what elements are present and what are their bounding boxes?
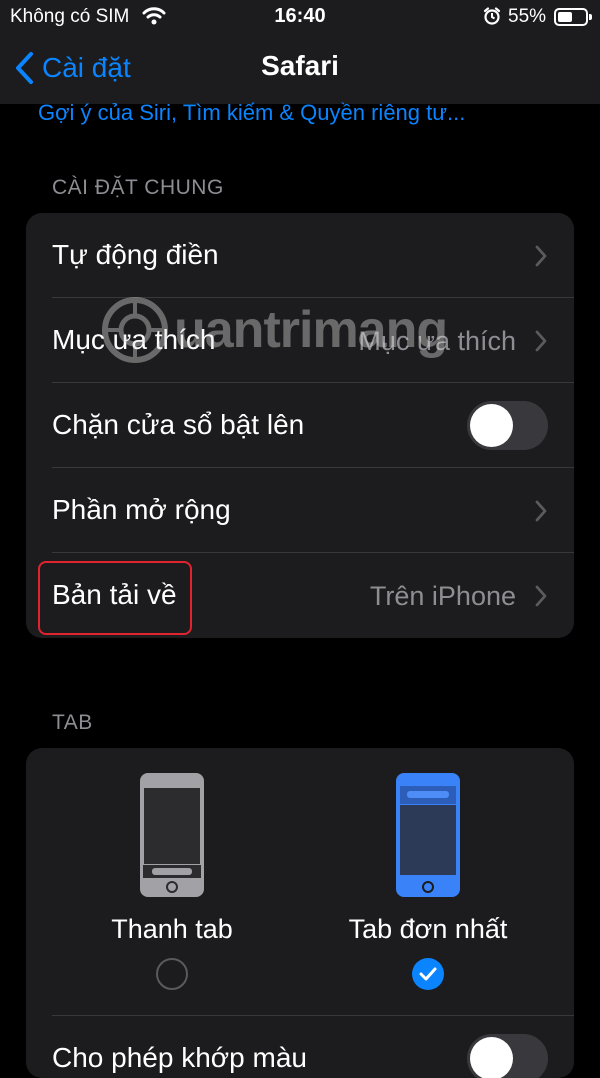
page-title: Safari bbox=[261, 50, 339, 81]
favorites-label: Mục ưa thích bbox=[52, 324, 216, 355]
single-tab-option[interactable]: Tab đơn nhất bbox=[328, 772, 528, 1002]
favorites-row[interactable]: Mục ưa thích Mục ưa thích bbox=[26, 298, 574, 383]
color-match-toggle[interactable] bbox=[467, 1034, 548, 1078]
alarm-icon bbox=[482, 6, 502, 31]
block-popups-toggle[interactable] bbox=[467, 401, 548, 450]
color-match-row: Cho phép khớp màu bbox=[26, 1016, 574, 1078]
favorites-value: Mục ưa thích bbox=[358, 326, 516, 356]
checkmark-icon bbox=[419, 967, 437, 981]
general-section-header: CÀI ĐẶT CHUNG bbox=[52, 176, 224, 199]
extensions-row[interactable]: Phần mở rộng bbox=[26, 468, 574, 553]
autofill-label: Tự động điền bbox=[52, 239, 219, 270]
single-tab-caption: Tab đơn nhất bbox=[348, 914, 508, 944]
tab-section-header: TAB bbox=[52, 711, 93, 734]
chevron-right-icon bbox=[535, 585, 547, 607]
downloads-highlight-box bbox=[38, 561, 192, 635]
single-tab-radio[interactable] bbox=[412, 958, 444, 990]
battery-percent: 55% bbox=[508, 6, 547, 27]
tab-bar-option[interactable]: Thanh tab bbox=[72, 772, 272, 1002]
tab-bar-caption: Thanh tab bbox=[111, 914, 233, 944]
single-tab-phone-icon bbox=[396, 773, 460, 897]
status-bar: Không có SIM 16:40 55% bbox=[0, 0, 600, 34]
autofill-row[interactable]: Tự động điền bbox=[26, 213, 574, 298]
block-popups-label: Chặn cửa sổ bật lên bbox=[52, 409, 305, 440]
navigation-bar: Cài đặt Safari bbox=[0, 34, 600, 104]
block-popups-row: Chặn cửa sổ bật lên bbox=[26, 383, 574, 468]
toggle-knob bbox=[470, 404, 513, 447]
toggle-knob bbox=[470, 1037, 513, 1078]
chevron-right-icon bbox=[535, 245, 547, 267]
chevron-right-icon bbox=[535, 500, 547, 522]
extensions-label: Phần mở rộng bbox=[52, 494, 231, 525]
battery-icon bbox=[554, 8, 592, 26]
siri-suggestions-link[interactable]: Gợi ý của Siri, Tìm kiếm & Quyền riêng t… bbox=[38, 100, 465, 126]
tab-bar-phone-icon bbox=[140, 773, 204, 897]
chevron-right-icon bbox=[535, 330, 547, 352]
color-match-label: Cho phép khớp màu bbox=[52, 1042, 307, 1073]
tab-layout-group: Thanh tab Tab đơn nhất Cho phép khớp màu bbox=[26, 748, 574, 1078]
downloads-value: Trên iPhone bbox=[369, 581, 516, 611]
tab-bar-radio[interactable] bbox=[156, 958, 188, 990]
